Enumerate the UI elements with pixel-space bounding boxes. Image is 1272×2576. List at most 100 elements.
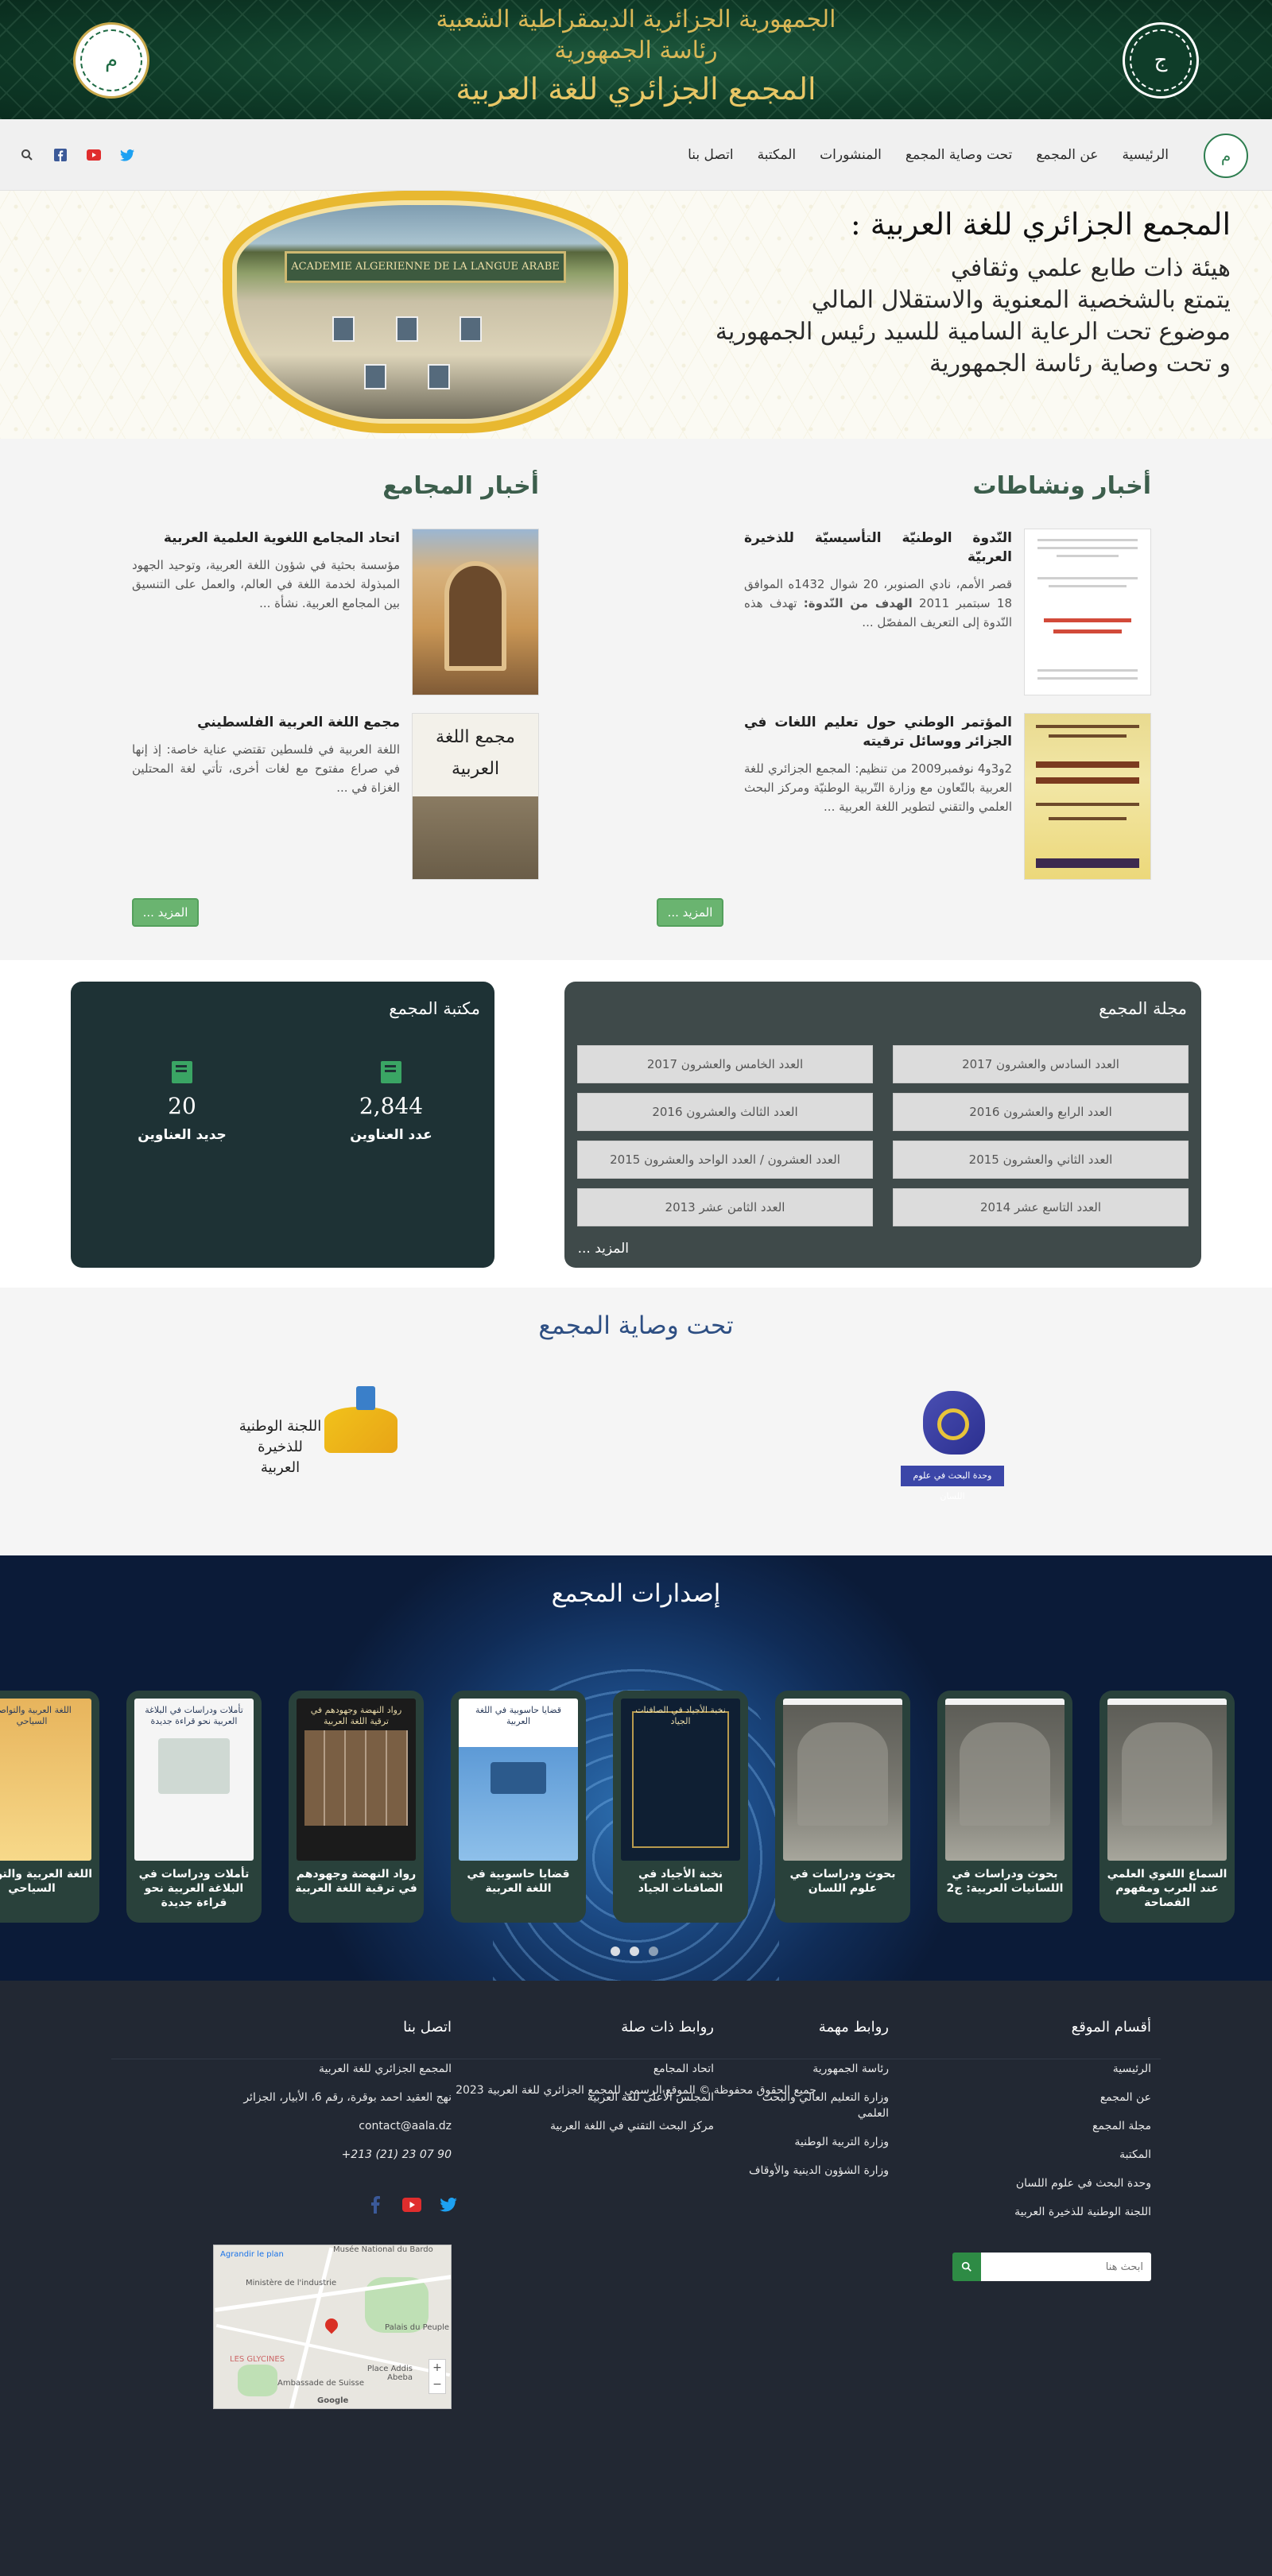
publication-card[interactable]: السماع اللغوي العلمي عند العرب ومفهوم ال… xyxy=(1099,1691,1235,1923)
journal-issue-button[interactable]: العدد الثاني والعشرون 2015 xyxy=(893,1141,1189,1179)
publication-card[interactable]: قضايا حاسوبية في اللغة العربية قضايا حاسو… xyxy=(451,1691,586,1923)
stat-label: جديد العناوين xyxy=(138,1127,227,1143)
search-icon[interactable] xyxy=(19,147,35,163)
map-zoom-control[interactable]: + − xyxy=(429,2359,446,2394)
twitter-icon[interactable] xyxy=(119,147,135,163)
publication-title[interactable]: اللغة العربية والتواصل السياحي xyxy=(0,1867,95,1896)
journal-issue-button[interactable]: العدد العشرون / العدد الواحد والعشرون 20… xyxy=(577,1141,873,1179)
footer-link[interactable]: مجلة المجمع xyxy=(952,2118,1151,2134)
carousel-dot[interactable] xyxy=(611,1947,620,1956)
publication-cover[interactable] xyxy=(783,1699,902,1861)
news-item[interactable]: اتحاد المجامع اللغوية العلمية العربية مؤ… xyxy=(132,529,539,695)
publication-title[interactable]: نخبة الأجياد في الصافنات الجياد xyxy=(618,1867,743,1896)
search-icon[interactable] xyxy=(952,2253,981,2281)
arabic-treasury-committee-logo[interactable]: اللجنة الوطنية للذخيرة العربية xyxy=(238,1385,398,1476)
nav-item-about[interactable]: عن المجمع xyxy=(1036,147,1098,163)
news-title[interactable]: اتحاد المجامع اللغوية العلمية العربية xyxy=(132,529,400,548)
footer-link[interactable]: اللجنة الوطنية للذخيرة العربية xyxy=(952,2204,1151,2220)
footer-search-input[interactable] xyxy=(981,2253,1151,2281)
publication-title[interactable]: قضايا حاسوبية في اللغة العربية xyxy=(456,1867,581,1896)
publication-cover[interactable]: رواد النهضة وجهودهم في ترقية اللغة العرب… xyxy=(297,1699,416,1861)
publication-card[interactable]: تأملات ودراسات في البلاغة العربية نحو قر… xyxy=(126,1691,262,1923)
journal-issue-button[interactable]: العدد الثامن عشر 2013 xyxy=(577,1188,873,1226)
footer-important-links: روابط مهمة رئاسة الجمهورية وزارة التعليم… xyxy=(730,2019,889,2191)
map-label[interactable]: Agrandir le plan xyxy=(220,2250,284,2259)
research-unit-logo[interactable]: وحدة البحث في علوم اللسان xyxy=(901,1391,1004,1501)
publication-cover-text: نخبة الأجياد في الصافنات الجياد xyxy=(635,1705,726,1726)
hero-line: هيئة ذات طابع علمي وثقافي xyxy=(950,254,1231,282)
publication-title[interactable]: السماع اللغوي العلمي عند العرب ومفهوم ال… xyxy=(1104,1867,1230,1910)
academy-building-photo: ACADEMIE ALGERIENNE DE LA LANGUE ARABE xyxy=(232,200,619,424)
footer-link[interactable]: رئاسة الجمهورية xyxy=(730,2061,889,2077)
footer-sections: أقسام الموقع الرئيسية عن المجمع مجلة الم… xyxy=(952,2019,1151,2233)
twitter-icon[interactable] xyxy=(439,2195,458,2214)
nav-item-contact[interactable]: اتصل بنا xyxy=(688,147,734,163)
building-sign: ACADEMIE ALGERIENNE DE LA LANGUE ARABE xyxy=(285,251,566,283)
footer-link[interactable]: مركز البحث التقني في اللغة العربية xyxy=(531,2118,714,2134)
publication-title[interactable]: رواد النهضة وجهودهم في ترقية اللغة العرب… xyxy=(293,1867,419,1896)
academies-more-button[interactable]: المزيد ... xyxy=(132,898,199,927)
journal-issue-button[interactable]: العدد السادس والعشرون 2017 xyxy=(893,1045,1189,1083)
youtube-icon[interactable] xyxy=(86,147,102,163)
nav-item-publications[interactable]: المنشورات xyxy=(820,147,882,163)
footer-link[interactable]: وحدة البحث في علوم اللسان xyxy=(952,2175,1151,2191)
publication-card[interactable]: بحوث ودراسات في اللسانيات العربية: ج2 xyxy=(937,1691,1072,1923)
footer-link[interactable]: وزارة التربية الوطنية xyxy=(730,2134,889,2150)
carousel-dot[interactable] xyxy=(649,1947,658,1956)
publication-card[interactable]: رواد النهضة وجهودهم في ترقية اللغة العرب… xyxy=(289,1691,424,1923)
journal-more-link[interactable]: المزيد ... xyxy=(578,1241,629,1257)
publication-title[interactable]: بحوث ودراسات في علوم اللسان xyxy=(780,1867,906,1896)
news-thumbnail[interactable] xyxy=(1024,529,1151,695)
publication-cover[interactable]: تأملات ودراسات في البلاغة العربية نحو قر… xyxy=(134,1699,254,1861)
publication-card[interactable]: نخبة الأجياد في الصافنات الجياد نخبة الأج… xyxy=(613,1691,748,1923)
location-map[interactable]: Agrandir le plan Musée National du Bardo… xyxy=(213,2245,452,2409)
activities-more-button[interactable]: المزيد ... xyxy=(657,898,723,927)
news-thumbnail[interactable]: مجمع اللغة العربية xyxy=(412,713,539,880)
library-stat-total[interactable]: 2,844 عدد العناوين xyxy=(312,1061,471,1143)
news-thumbnail[interactable] xyxy=(412,529,539,695)
journal-issue-button[interactable]: العدد الرابع والعشرون 2016 xyxy=(893,1093,1189,1131)
footer-heading: اتصل بنا xyxy=(403,2019,452,2036)
news-item[interactable]: مجمع اللغة العربية مجمع اللغة العربية ال… xyxy=(132,713,539,880)
publication-cover[interactable] xyxy=(945,1699,1065,1861)
news-item[interactable]: المؤتمر الوطني حول تعليم اللغات في الجزا… xyxy=(744,713,1151,880)
nav-item-library[interactable]: المكتبة xyxy=(758,147,797,163)
publication-cover[interactable] xyxy=(1107,1699,1227,1861)
youtube-icon[interactable] xyxy=(402,2195,421,2214)
library-stat-new[interactable]: 20 جديد العناوين xyxy=(103,1061,262,1143)
doc-line xyxy=(1049,585,1127,587)
contact-name: المجمع الجزائري للغة العربية xyxy=(319,2063,452,2075)
poster-line xyxy=(1036,761,1139,768)
footer-link[interactable]: المكتبة xyxy=(952,2147,1151,2163)
contact-email[interactable]: contact@aala.dz xyxy=(213,2118,452,2134)
nav-item-home[interactable]: الرئيسية xyxy=(1122,147,1169,163)
nav-icons xyxy=(19,119,135,191)
publication-title[interactable]: بحوث ودراسات في اللسانيات العربية: ج2 xyxy=(942,1867,1068,1896)
footer-link[interactable]: اتحاد المجامع xyxy=(531,2061,714,2077)
news-title[interactable]: النّدوة الوطنيّة التأسيسيّة للذخيرة العر… xyxy=(744,529,1012,567)
map-pin-icon[interactable] xyxy=(322,2315,341,2334)
footer-link[interactable]: وزارة الشؤون الدينية والأوقاف xyxy=(730,2163,889,2179)
journal-issue-button[interactable]: العدد الثالث والعشرون 2016 xyxy=(577,1093,873,1131)
publication-card[interactable]: بحوث ودراسات في علوم اللسان xyxy=(775,1691,910,1923)
news-title[interactable]: مجمع اللغة العربية الفلسطيني xyxy=(132,713,400,732)
nav-logo[interactable]: م xyxy=(1204,134,1248,178)
banner-line-republic: الجمهورية الجزائرية الديمقراطية الشعبية xyxy=(436,6,836,33)
news-item[interactable]: النّدوة الوطنيّة التأسيسيّة للذخيرة العر… xyxy=(744,529,1151,695)
facebook-icon[interactable] xyxy=(52,147,68,163)
publication-cover[interactable]: نخبة الأجياد في الصافنات الجياد xyxy=(621,1699,740,1861)
journal-issue-button[interactable]: العدد التاسع عشر 2014 xyxy=(893,1188,1189,1226)
footer-link[interactable]: الرئيسية xyxy=(952,2061,1151,2077)
nav-item-tutelage[interactable]: تحت وصاية المجمع xyxy=(906,147,1012,163)
facebook-icon[interactable] xyxy=(366,2195,385,2214)
photo-window xyxy=(332,316,355,342)
publication-title[interactable]: تأملات ودراسات في البلاغة العربية نحو قر… xyxy=(131,1867,257,1910)
carousel-dot[interactable] xyxy=(630,1947,639,1956)
news-thumbnail[interactable] xyxy=(1024,713,1151,880)
journal-issue-button[interactable]: العدد الخامس والعشرون 2017 xyxy=(577,1045,873,1083)
news-section: أخبار ونشاطات أخبار المجامع النّدوة الوط… xyxy=(0,439,1272,960)
publication-card[interactable]: اللغة العربية والتواصل السياحي اللغة العر… xyxy=(0,1691,99,1923)
news-title[interactable]: المؤتمر الوطني حول تعليم اللغات في الجزا… xyxy=(744,713,1012,751)
publication-cover[interactable]: قضايا حاسوبية في اللغة العربية xyxy=(459,1699,578,1861)
publication-cover[interactable]: اللغة العربية والتواصل السياحي xyxy=(0,1699,91,1861)
